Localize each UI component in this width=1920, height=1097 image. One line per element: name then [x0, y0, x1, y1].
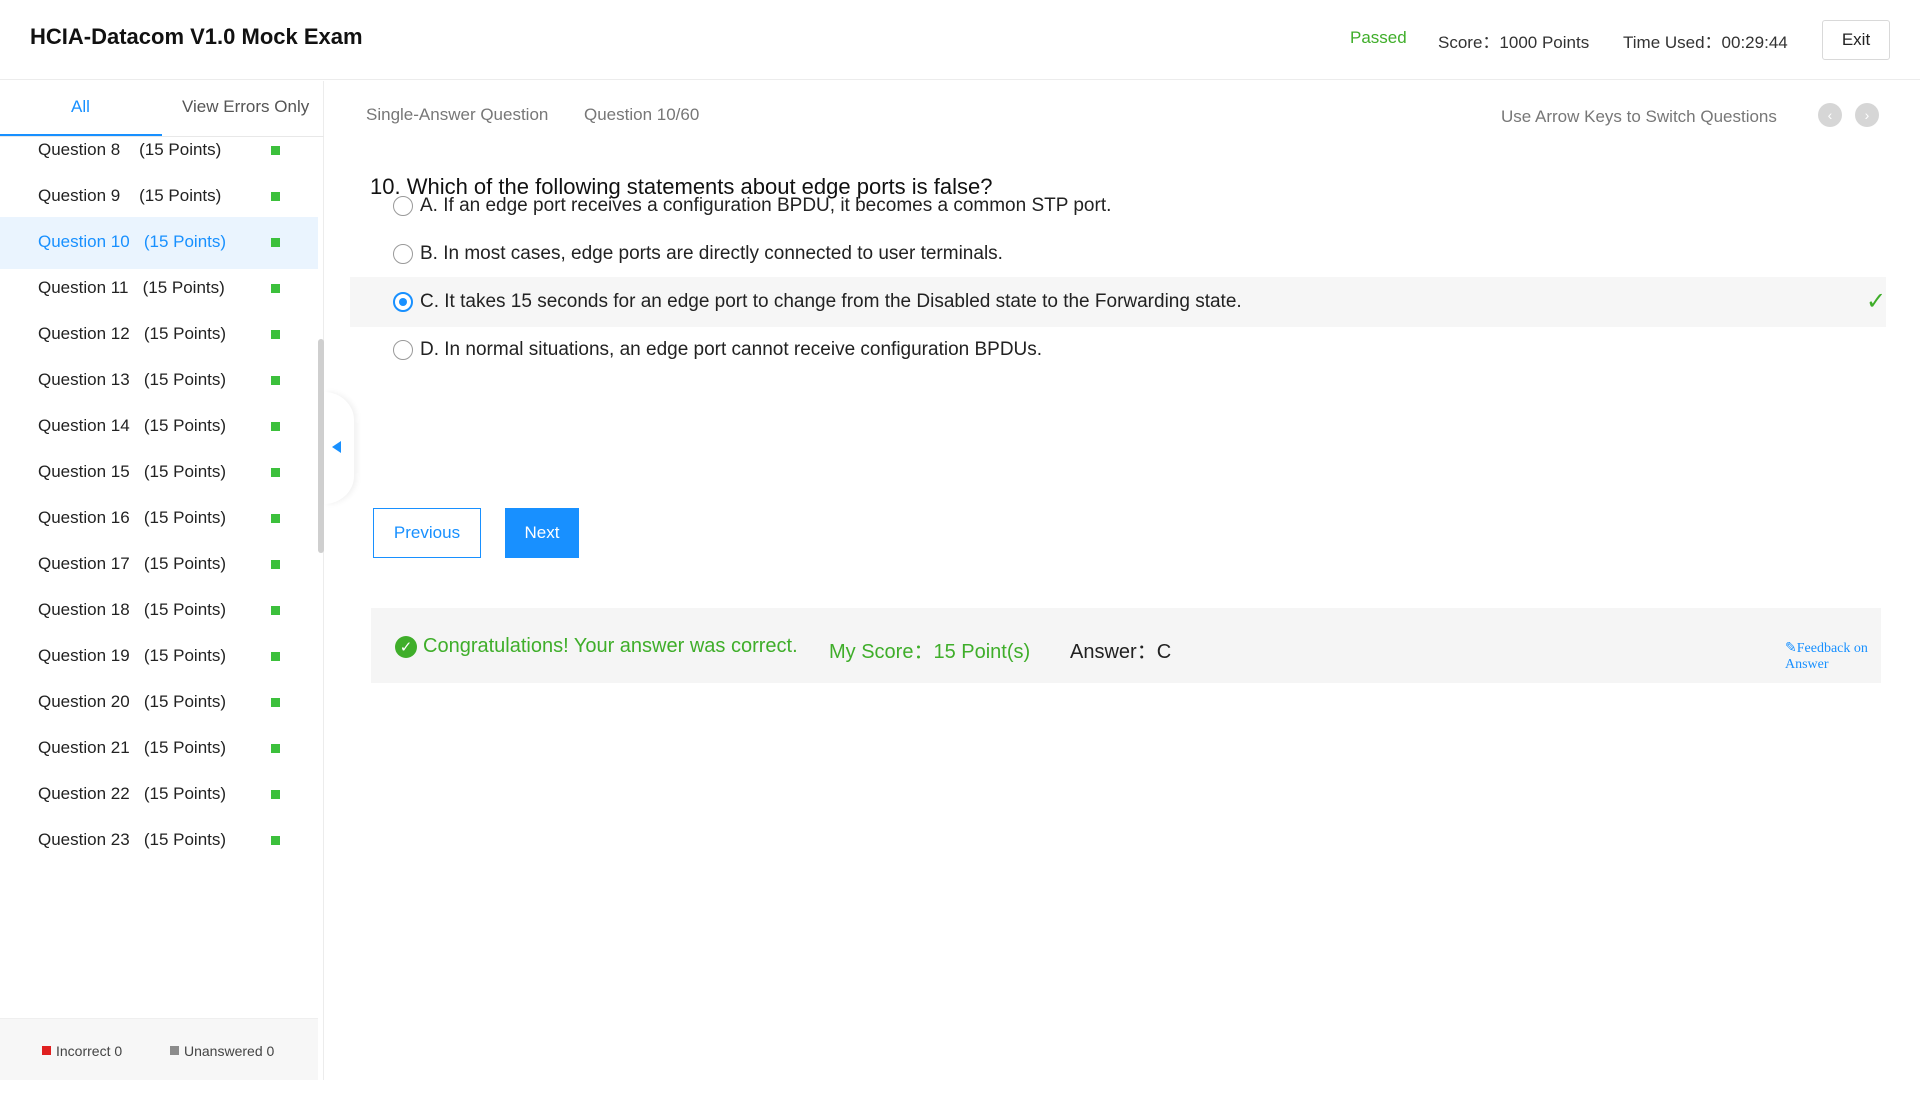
- question-list-item[interactable]: Question 15 (15 Points): [0, 447, 318, 499]
- question-list-item[interactable]: Question 17 (15 Points): [0, 539, 318, 591]
- answered-status-icon: [271, 744, 280, 753]
- checkmark-icon: ✓: [1866, 288, 1887, 315]
- answered-status-icon: [271, 238, 280, 247]
- legend-unanswered: Unanswered 0: [170, 1043, 274, 1059]
- previous-button[interactable]: Previous: [373, 508, 481, 558]
- question-item-label: Question 18 (15 Points): [38, 600, 227, 619]
- question-list-item[interactable]: Question 22 (15 Points): [0, 769, 318, 821]
- answered-status-icon: [271, 514, 280, 523]
- question-item-label: Question 12 (15 Points): [38, 324, 227, 343]
- radio-icon[interactable]: [393, 196, 413, 216]
- radio-icon[interactable]: [393, 340, 413, 360]
- correct-answer: Answer：C: [1070, 641, 1172, 663]
- result-panel: ✓ Congratulations! Your answer was corre…: [371, 608, 1881, 683]
- question-list-item[interactable]: Question 10 (15 Points): [0, 217, 318, 269]
- question-item-label: Question 8 (15 Points): [38, 140, 222, 159]
- answer-option-label: D. In normal situations, an edge port ca…: [420, 339, 1043, 360]
- answered-status-icon: [271, 330, 280, 339]
- question-item-label: Question 16 (15 Points): [38, 508, 227, 527]
- check-circle-icon: ✓: [395, 636, 417, 658]
- question-list-item[interactable]: Question 19 (15 Points): [0, 631, 318, 683]
- answered-status-icon: [271, 468, 280, 477]
- result-message: Congratulations! Your answer was correct…: [423, 635, 798, 657]
- answer-option[interactable]: B. In most cases, edge ports are directl…: [350, 229, 1886, 279]
- answered-status-icon: [271, 284, 280, 293]
- question-list-item[interactable]: Question 9 (15 Points): [0, 171, 318, 223]
- answered-status-icon: [271, 652, 280, 661]
- exit-button[interactable]: Exit: [1822, 20, 1890, 60]
- nav-hint: Use Arrow Keys to Switch Questions: [1501, 107, 1777, 126]
- question-sidebar: All View Errors Only Question 8 (15 Poin…: [0, 81, 324, 1080]
- question-list-item[interactable]: Question 21 (15 Points): [0, 723, 318, 775]
- main-content: Single-Answer Question Question 10/60 Us…: [324, 81, 1920, 1080]
- question-item-label: Question 10 (15 Points): [38, 232, 227, 251]
- question-list-item[interactable]: Question 18 (15 Points): [0, 585, 318, 637]
- radio-icon[interactable]: [393, 292, 413, 312]
- question-list-item[interactable]: Question 13 (15 Points): [0, 355, 318, 407]
- answered-status-icon: [271, 606, 280, 615]
- answered-status-icon: [271, 698, 280, 707]
- radio-icon[interactable]: [393, 244, 413, 264]
- question-item-label: Question 20 (15 Points): [38, 692, 227, 711]
- legend-incorrect: Incorrect 0: [42, 1043, 122, 1059]
- question-number: Question 10/60: [584, 105, 700, 124]
- question-item-label: Question 17 (15 Points): [38, 554, 227, 573]
- answer-option[interactable]: D. In normal situations, an edge port ca…: [350, 325, 1886, 375]
- answered-status-icon: [271, 422, 280, 431]
- filter-tabs: All View Errors Only: [0, 81, 324, 137]
- question-list-item[interactable]: Question 12 (15 Points): [0, 309, 318, 361]
- question-item-label: Question 23 (15 Points): [38, 830, 227, 849]
- unanswered-square-icon: [170, 1046, 179, 1055]
- answered-status-icon: [271, 376, 280, 385]
- status-legend: Incorrect 0 Unanswered 0: [0, 1018, 318, 1080]
- answer-option-label: C. It takes 15 seconds for an edge port …: [420, 291, 1242, 312]
- question-list-item[interactable]: Question 11 (15 Points): [0, 263, 318, 315]
- answered-status-icon: [271, 146, 280, 155]
- tab-all[interactable]: All: [71, 97, 90, 117]
- answered-status-icon: [271, 192, 280, 201]
- tab-view-errors-only[interactable]: View Errors Only: [182, 97, 309, 117]
- question-list-item[interactable]: Question 14 (15 Points): [0, 401, 318, 453]
- incorrect-square-icon: [42, 1046, 51, 1055]
- app-header: HCIA-Datacom V1.0 Mock Exam Passed Score…: [0, 0, 1920, 80]
- prev-question-icon[interactable]: ‹: [1818, 103, 1842, 127]
- edit-icon: ✎: [1785, 641, 1797, 656]
- question-item-label: Question 19 (15 Points): [38, 646, 227, 665]
- question-item-label: Question 15 (15 Points): [38, 462, 227, 481]
- question-list-item[interactable]: Question 20 (15 Points): [0, 677, 318, 729]
- legend-incorrect-label: Incorrect 0: [56, 1043, 123, 1059]
- feedback-link[interactable]: ✎Feedback on Answer: [1785, 640, 1881, 673]
- question-list: Question 8 (15 Points) Question 9 (15 Poi…: [0, 137, 318, 1097]
- answer-option[interactable]: C. It takes 15 seconds for an edge port …: [350, 277, 1886, 327]
- next-button[interactable]: Next: [505, 508, 579, 558]
- question-type: Single-Answer Question: [366, 105, 549, 124]
- my-score: My Score：15 Point(s): [829, 641, 1031, 663]
- question-item-label: Question 11 (15 Points): [38, 278, 225, 297]
- question-item-label: Question 14 (15 Points): [38, 416, 227, 435]
- answer-option-label: B. In most cases, edge ports are directl…: [420, 243, 1003, 264]
- question-item-label: Question 13 (15 Points): [38, 370, 227, 389]
- answer-option[interactable]: A. If an edge port receives a configurat…: [350, 181, 1886, 231]
- feedback-label: Feedback on Answer: [1785, 641, 1868, 672]
- answered-status-icon: [271, 790, 280, 799]
- answered-status-icon: [271, 560, 280, 569]
- time-used: Time Used：00:29:44: [1623, 33, 1788, 52]
- legend-unanswered-label: Unanswered 0: [184, 1043, 275, 1059]
- question-item-label: Question 21 (15 Points): [38, 738, 227, 757]
- question-list-item[interactable]: Question 23 (15 Points): [0, 815, 318, 867]
- page-title: HCIA-Datacom V1.0 Mock Exam: [30, 24, 363, 49]
- answered-status-icon: [271, 836, 280, 845]
- active-tab-indicator: [0, 134, 162, 136]
- question-list-item[interactable]: Question 16 (15 Points): [0, 493, 318, 545]
- status-badge: Passed: [1350, 28, 1407, 47]
- question-item-label: Question 9 (15 Points): [38, 186, 222, 205]
- total-score: Score：1000 Points: [1438, 33, 1590, 52]
- question-item-label: Question 22 (15 Points): [38, 784, 227, 803]
- answer-option-label: A. If an edge port receives a configurat…: [420, 195, 1112, 216]
- next-question-icon[interactable]: ›: [1855, 103, 1879, 127]
